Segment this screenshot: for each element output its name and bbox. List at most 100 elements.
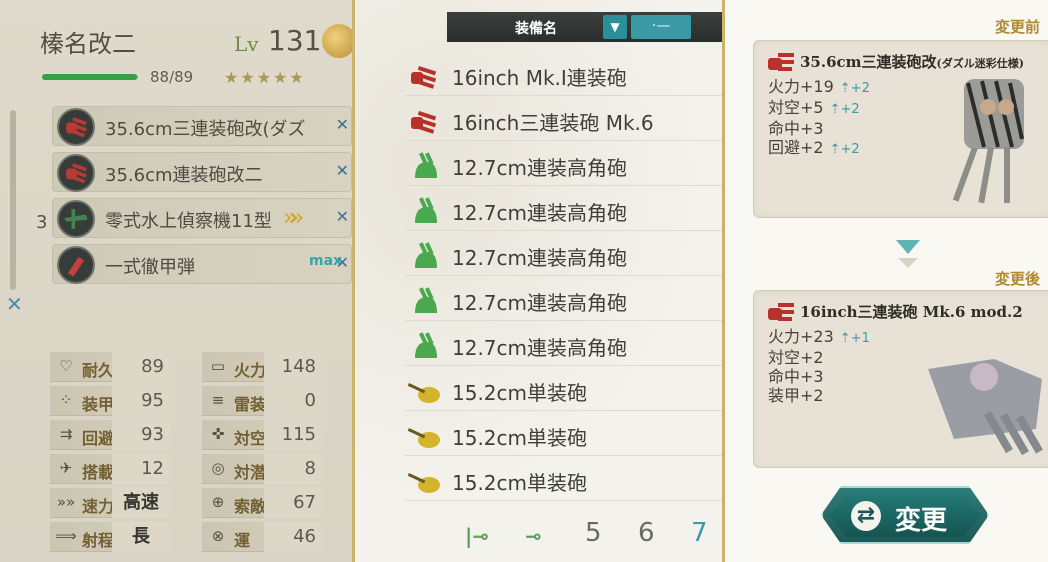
equipment-list-item[interactable]: 16inch三連装砲 Mk.6s bbox=[405, 101, 755, 141]
prev-page-button[interactable]: ⊸ bbox=[525, 524, 542, 548]
before-name-main: 35.6cm三連装砲改 bbox=[800, 53, 937, 71]
stat-bonus-text: 対空+5 bbox=[768, 98, 824, 117]
before-change-label: 変更前 bbox=[994, 18, 1040, 36]
equipment-slot-name: 35.6cm三連装砲改(ダズ bbox=[105, 119, 306, 140]
equipment-slot[interactable]: 一式徹甲弾 max ✕ bbox=[52, 244, 352, 284]
stat-value: 長 bbox=[112, 522, 170, 552]
stat-value: 95 bbox=[112, 386, 170, 416]
first-page-button[interactable]: |⊸ bbox=[465, 524, 489, 548]
equipment-list-item-name: 12.7cm連装高角砲 bbox=[452, 336, 628, 360]
before-equipment-card: 35.6cm三連装砲改(ダズル迷彩仕様) 火力+19 ⇡+2 対空+5 ⇡+2 命中+3… bbox=[753, 40, 1048, 218]
stat-label: 装甲 bbox=[82, 395, 115, 414]
pagination: |⊸ ⊸ 5 6 7 bbox=[465, 518, 755, 554]
secondary-aa-gun-icon bbox=[407, 287, 443, 315]
after-stats: 火力+23 ⇡+1 対空+2 命中+3 装甲+2 bbox=[768, 327, 870, 405]
secondary-aa-gun-icon bbox=[407, 242, 443, 270]
hp-text: 88/89 bbox=[150, 68, 194, 86]
ship-status-panel: 榛名改二 Lv 131 88/89 ★★★★★ 3 ✕ 35.6cm三連装砲改(… bbox=[0, 0, 356, 562]
large-main-gun-icon bbox=[57, 154, 95, 192]
equipment-list-item[interactable]: 12.7cm連装高角砲 bbox=[405, 146, 755, 186]
equipment-slot[interactable]: 35.6cm三連装砲改(ダズ ✕ bbox=[52, 106, 352, 146]
change-arrow-shadow bbox=[898, 258, 918, 268]
equipment-list-item-name: 15.2cm単装砲 bbox=[452, 471, 588, 495]
stat-label: 速力 bbox=[82, 497, 115, 516]
secondary-gun-icon bbox=[407, 377, 443, 405]
page-6-button[interactable]: 6 bbox=[638, 518, 655, 548]
stat-label: 索敵 bbox=[234, 497, 267, 516]
large-main-gun-icon bbox=[407, 62, 443, 90]
stat-bonus-text: 火力+19 bbox=[768, 77, 834, 96]
range-icon: ⟹ bbox=[55, 527, 77, 545]
stat-value: 12 bbox=[112, 454, 170, 484]
equipment-scrollbar[interactable] bbox=[10, 110, 16, 290]
condition-badge-icon bbox=[322, 24, 356, 58]
asw-icon: ◎ bbox=[211, 459, 225, 477]
secondary-gun-icon bbox=[407, 467, 443, 495]
firepower-icon: ▭ bbox=[210, 357, 226, 375]
proficiency-chevron-icon: »» bbox=[283, 203, 305, 231]
after-equipment-card: 16inch三連装砲 Mk.6 mod.2 火力+23 ⇡+1 対空+2 命中+3 装甲… bbox=[753, 290, 1048, 468]
equipment-list-item[interactable]: 12.7cm連装高角砲 bbox=[405, 191, 755, 231]
stat-value: 8 bbox=[264, 454, 322, 484]
stat-row: ⊕ 索敵 67 bbox=[202, 488, 322, 518]
stat-value: 0 bbox=[264, 386, 322, 416]
heart-icon: ♡ bbox=[59, 357, 73, 375]
stat-bonus-line: 装甲+2 bbox=[768, 386, 870, 405]
stat-label: 射程 bbox=[82, 531, 115, 550]
page-5-button[interactable]: 5 bbox=[585, 518, 602, 548]
equipment-list-item[interactable]: 15.2cm単装砲 bbox=[405, 371, 755, 411]
stat-value: 67 bbox=[264, 488, 322, 518]
stat-value: 46 bbox=[264, 522, 322, 552]
stat-row: ⁘ 装甲 95 bbox=[50, 386, 170, 416]
secondary-aa-gun-icon bbox=[407, 332, 443, 360]
unequip-icon[interactable]: ✕ bbox=[336, 115, 349, 134]
filter-button[interactable]: ·— bbox=[631, 15, 691, 39]
stat-row: ♡ 耐久 89 bbox=[50, 352, 170, 382]
large-main-gun-icon bbox=[407, 107, 443, 135]
stat-row: ⇉ 回避 93 bbox=[50, 420, 170, 450]
luck-icon: ⊗ bbox=[211, 527, 225, 545]
stat-bonus-line: 命中+3 bbox=[768, 119, 870, 138]
secondary-aa-gun-icon bbox=[407, 152, 443, 180]
equipment-list-item[interactable]: 15.2cm単装砲 bbox=[405, 461, 755, 501]
before-stats: 火力+19 ⇡+2 対空+5 ⇡+2 命中+3 回避+2 ⇡+2 bbox=[768, 77, 870, 159]
swap-icon: ⇄ bbox=[851, 501, 881, 531]
equipment-slot-name: 零式水上偵察機11型 bbox=[105, 211, 272, 232]
change-equipment-button[interactable]: ⇄ 変更 bbox=[821, 486, 989, 544]
stat-bonus-line: 対空+2 bbox=[768, 348, 870, 367]
list-header: 装備名 ▼ ·— bbox=[447, 12, 749, 42]
equipment-slot[interactable]: 35.6cm連装砲改二 ✕ bbox=[52, 152, 352, 192]
equipment-list-item[interactable]: 12.7cm連装高角砲 bbox=[405, 281, 755, 321]
stat-bonus-line: 命中+3 bbox=[768, 367, 870, 386]
hp-bar-fill bbox=[42, 74, 137, 80]
turret-mk6-artwork bbox=[928, 359, 1043, 456]
unequip-icon[interactable]: ✕ bbox=[336, 253, 349, 272]
equipment-list-item[interactable]: 15.2cm単装砲 bbox=[405, 416, 755, 456]
equipment-list-item[interactable]: 12.7cm連装高角砲 bbox=[405, 326, 755, 366]
ap-shell-icon bbox=[57, 246, 95, 284]
stat-row: ⟹ 射程長 bbox=[50, 522, 170, 552]
unequip-icon[interactable]: ✕ bbox=[336, 207, 349, 226]
stat-row: »» 速力 高速 bbox=[50, 488, 170, 518]
stat-bonus-line: 火力+19 ⇡+2 bbox=[768, 77, 870, 98]
equipment-slot[interactable]: 零式水上偵察機11型 »» ✕ bbox=[52, 198, 352, 238]
large-main-gun-icon bbox=[768, 53, 794, 71]
sort-dropdown-button[interactable]: ▼ bbox=[603, 15, 627, 39]
equipment-list-item-name: 16inch三連装砲 Mk.6 bbox=[452, 111, 654, 135]
change-button-label: 変更 bbox=[895, 506, 948, 536]
equipment-list-item[interactable]: 16inch Mk.I連装砲 bbox=[405, 56, 755, 96]
level-label: Lv bbox=[234, 32, 259, 56]
improvement-bonus: ⇡+2 bbox=[839, 81, 870, 96]
equipment-list-panel: 装備名 ▼ ·— 16inch Mk.I連装砲16inch三連装砲 Mk.6s1… bbox=[352, 0, 755, 562]
stat-row: ◎ 対潜 8 bbox=[202, 454, 322, 484]
page-7-button[interactable]: 7 bbox=[691, 518, 708, 548]
equipment-list-item-name: 16inch Mk.I連装砲 bbox=[452, 66, 627, 90]
equipment-list-item[interactable]: 12.7cm連装高角砲 bbox=[405, 236, 755, 276]
stat-label: 火力 bbox=[234, 361, 267, 380]
stat-label: 運 bbox=[234, 531, 251, 550]
unequip-icon[interactable]: ✕ bbox=[336, 161, 349, 180]
close-icon[interactable]: ✕ bbox=[6, 292, 23, 316]
stat-row: ≡ 雷装 0 bbox=[202, 386, 322, 416]
stat-label: 回避 bbox=[82, 429, 115, 448]
stat-bonus-text: 命中+3 bbox=[768, 367, 824, 386]
